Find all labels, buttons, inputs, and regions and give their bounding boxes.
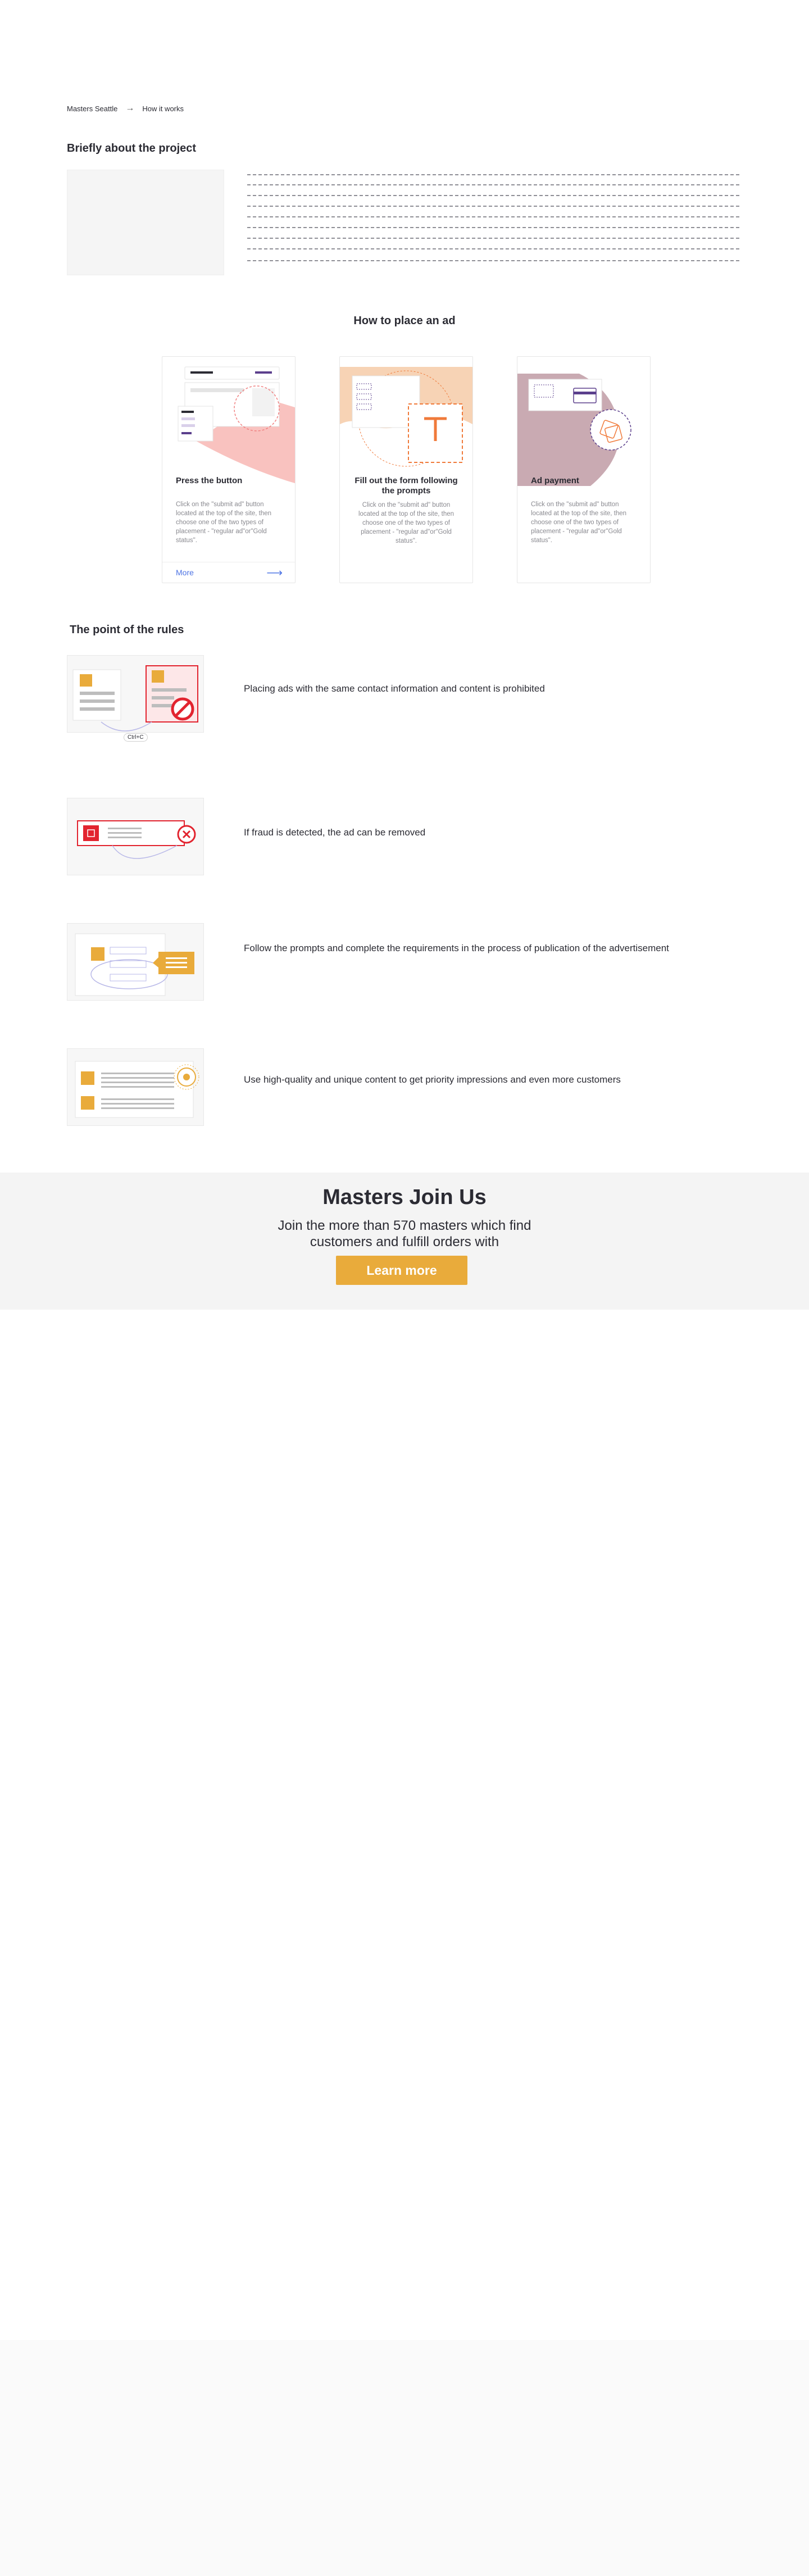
card-title: Press the button bbox=[176, 476, 243, 485]
breadcrumb: Masters Seattle → How it works bbox=[67, 103, 184, 113]
press-button-illustration bbox=[178, 366, 295, 483]
breadcrumb-current: How it works bbox=[142, 104, 184, 113]
card-description: Click on the "submit ad" button located … bbox=[531, 501, 627, 544]
rule-illustration-quality bbox=[67, 1048, 204, 1126]
rules-title: The point of the rules bbox=[70, 624, 184, 636]
cta-section: Masters Join Us Join the more than 570 m… bbox=[0, 1173, 809, 1310]
rule-text: Placing ads with the same contact inform… bbox=[244, 683, 545, 694]
about-title: Briefly about the project bbox=[67, 142, 197, 155]
cta-subtitle: Join the more than 570 masters which fin… bbox=[278, 1218, 531, 1250]
breadcrumb-home-link[interactable]: Masters Seattle bbox=[67, 105, 117, 113]
footer-area bbox=[0, 2340, 809, 2576]
arrow-right-icon: ⟶ bbox=[266, 567, 283, 579]
card-title: Ad payment bbox=[531, 476, 579, 485]
ad-payment-illustration bbox=[517, 374, 631, 486]
fill-form-illustration bbox=[340, 367, 472, 467]
how-card-press-button: Press the button Click on the "submit ad… bbox=[162, 356, 296, 583]
card-description: Click on the "submit ad" button located … bbox=[176, 501, 272, 544]
cta-title: Masters Join Us bbox=[322, 1185, 487, 1209]
about-text-placeholder bbox=[247, 171, 739, 267]
about-image-placeholder bbox=[67, 170, 224, 275]
learn-more-button[interactable]: Learn more bbox=[336, 1256, 467, 1285]
arrow-right-icon: → bbox=[125, 103, 135, 113]
how-title: How to place an ad bbox=[353, 315, 456, 327]
how-card-ad-payment: Ad payment Click on the "submit ad" butt… bbox=[517, 356, 651, 583]
ctrl-c-badge: Ctrl+C bbox=[124, 733, 148, 742]
rule-text: Use high-quality and unique content to g… bbox=[244, 1074, 621, 1085]
rule-text: If fraud is detected, the ad can be remo… bbox=[244, 827, 426, 838]
rule-text: Follow the prompts and complete the requ… bbox=[244, 943, 669, 953]
rule-illustration-fraud bbox=[67, 798, 204, 875]
card-description: Click on the "submit ad" button located … bbox=[358, 502, 455, 544]
rule-illustration-prompts bbox=[67, 923, 204, 1001]
rule-illustration-duplicate: Ctrl+C bbox=[67, 655, 204, 742]
more-link[interactable]: More ⟶ bbox=[162, 562, 295, 583]
more-label: More bbox=[176, 568, 194, 577]
card-title: Fill out the form following the prompts bbox=[354, 476, 458, 496]
how-card-fill-form: Fill out the form following the prompts … bbox=[339, 356, 473, 583]
